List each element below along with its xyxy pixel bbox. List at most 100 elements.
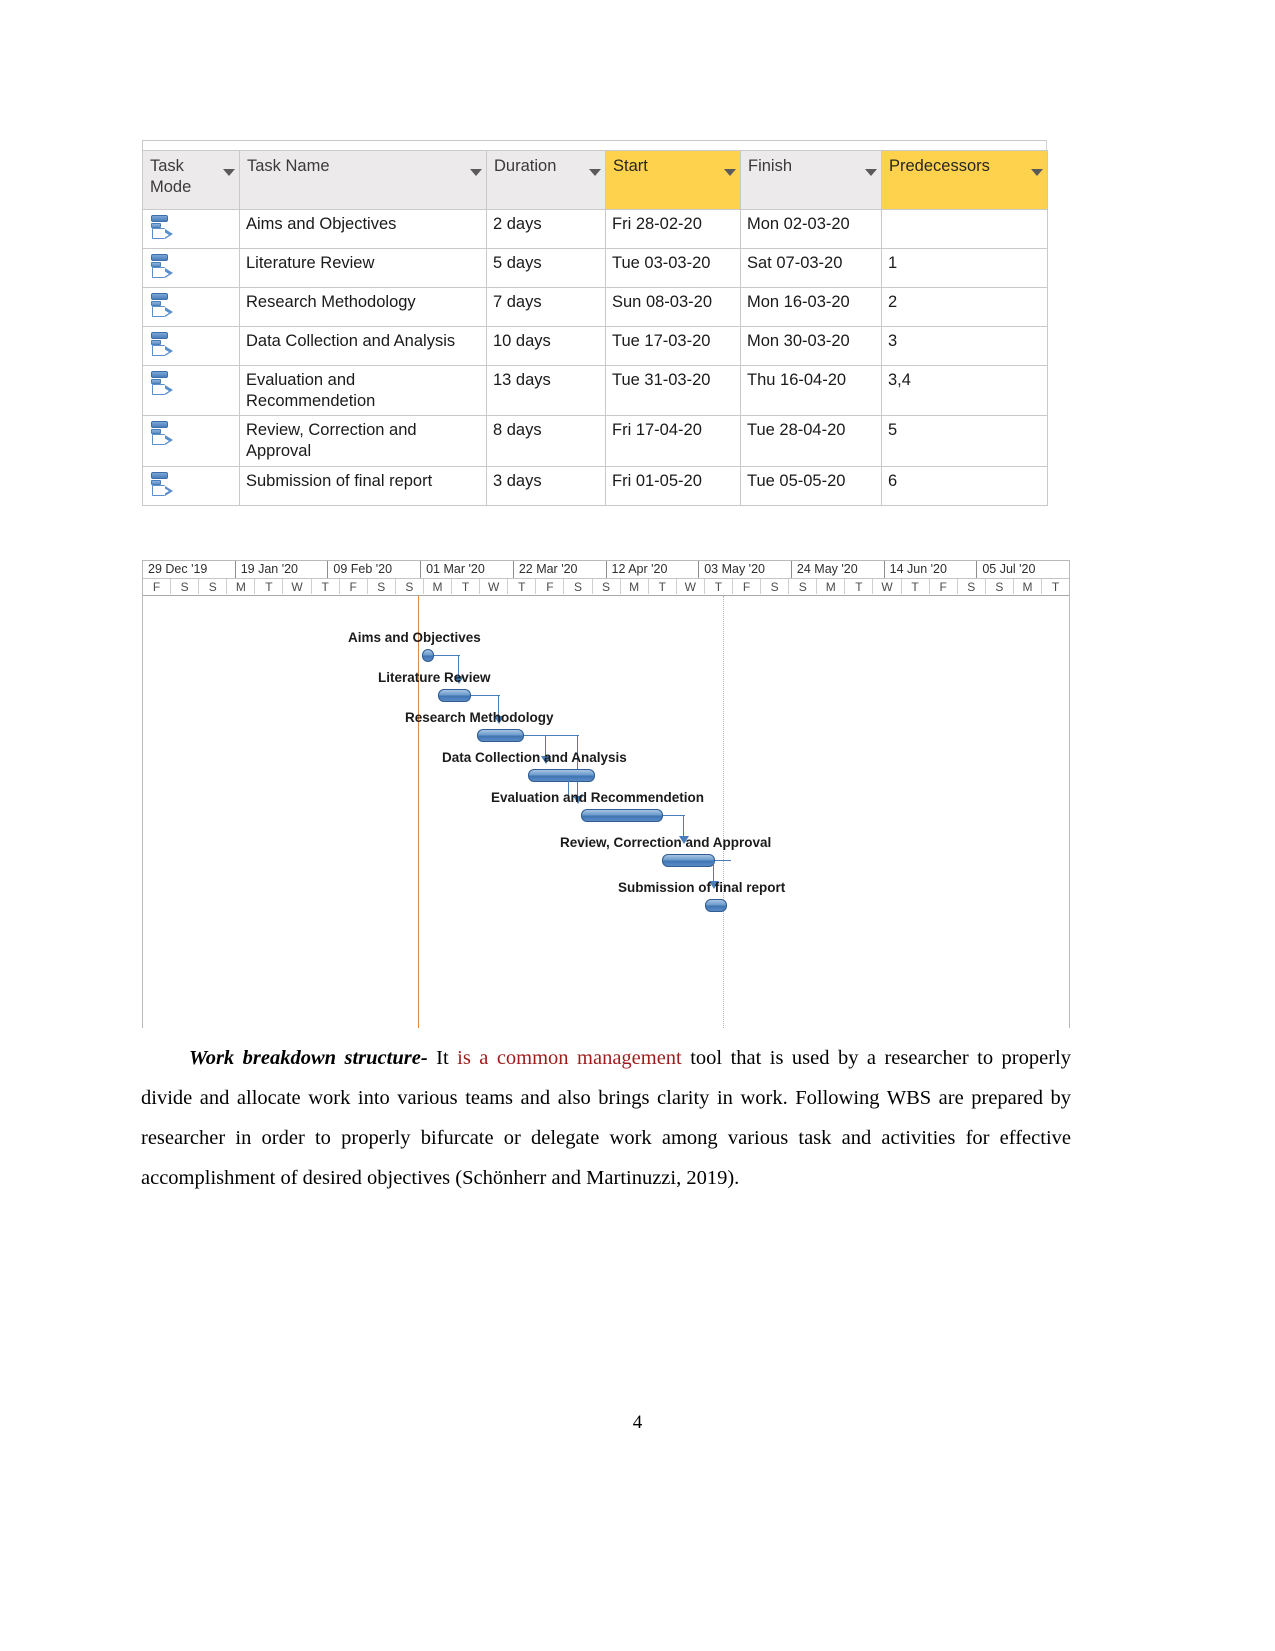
timeline-day-label: S <box>593 579 621 594</box>
timeline-day-label: T <box>255 579 284 594</box>
cell-finish: Sat 07-03-20 <box>740 248 882 288</box>
gantt-link <box>524 735 579 736</box>
timeline-day-label: S <box>958 579 986 594</box>
paragraph-lead-term: Work breakdown structure- <box>189 1047 428 1069</box>
cell-task-name: Submission of final report <box>239 465 487 506</box>
chevron-down-icon[interactable] <box>470 169 482 176</box>
column-header-start[interactable]: Start <box>605 150 741 210</box>
timeline-day-row: F S S M T W T F S S M T W T F S S M T W … <box>143 578 1069 594</box>
timeline-week-label: 22 Mar '20 <box>514 561 607 578</box>
cell-predecessors: 3 <box>881 326 1048 366</box>
gantt-bar[interactable] <box>477 729 524 742</box>
cell-task-name: Research Methodology <box>239 287 487 327</box>
table-row[interactable]: Data Collection and Analysis 10 days Tue… <box>142 326 1048 366</box>
timeline-day-label: S <box>368 579 396 594</box>
chevron-down-icon[interactable] <box>865 169 877 176</box>
chevron-down-icon[interactable] <box>1031 169 1043 176</box>
table-row[interactable]: Literature Review 5 days Tue 03-03-20 Sa… <box>142 248 1048 288</box>
timeline-day-label: F <box>340 579 368 594</box>
cell-finish: Thu 16-04-20 <box>740 364 882 417</box>
gantt-bar[interactable] <box>528 769 595 782</box>
timeline-week-label: 14 Jun '20 <box>885 561 978 578</box>
column-header-label: Predecessors <box>889 157 990 175</box>
gantt-bar-label: Data Collection and Analysis <box>442 750 627 765</box>
gantt-bar[interactable] <box>438 689 471 702</box>
chevron-down-icon[interactable] <box>223 169 235 176</box>
table-row[interactable]: Aims and Objectives 2 days Fri 28-02-20 … <box>142 209 1048 249</box>
timeline-week-label: 05 Jul '20 <box>982 562 1036 576</box>
table-row[interactable]: Submission of final report 3 days Fri 01… <box>142 465 1048 506</box>
timeline-day-label: T <box>312 579 340 594</box>
column-header-task-mode[interactable]: Task Mode <box>142 150 240 210</box>
cell-predecessors <box>881 209 1048 249</box>
cell-task-name: Aims and Objectives <box>239 209 487 249</box>
cell-task-mode[interactable] <box>142 364 240 417</box>
cell-task-mode[interactable] <box>142 287 240 327</box>
timeline-day-label: F <box>733 579 762 594</box>
auto-schedule-icon <box>149 471 175 501</box>
timeline-day-label: T <box>902 579 930 594</box>
timeline-day-label: W <box>677 579 705 594</box>
cell-finish: Tue 28-04-20 <box>740 415 882 467</box>
gantt-plot-area: Aims and Objectives Literature Review Re… <box>143 596 1069 1028</box>
timeline-day-label: M <box>227 579 256 594</box>
task-table: Task Mode Task Name Duration Start Finis… <box>142 150 1048 506</box>
cell-task-mode[interactable] <box>142 326 240 366</box>
cell-predecessors: 1 <box>881 248 1048 288</box>
timeline-day-label: F <box>143 579 172 594</box>
column-header-finish[interactable]: Finish <box>740 150 882 210</box>
column-header-label: Finish <box>748 157 793 175</box>
cell-finish: Mon 30-03-20 <box>740 326 882 366</box>
timeline-day-label: S <box>564 579 593 594</box>
cell-task-mode[interactable] <box>142 465 240 506</box>
gantt-link <box>715 860 731 861</box>
page-number: 4 <box>632 1412 643 1433</box>
timeline-day-label: T <box>452 579 481 594</box>
timeline-day-label: M <box>817 579 846 594</box>
timeline-day-label: T <box>1051 580 1060 594</box>
timeline-week-label: 03 May '20 <box>699 561 792 578</box>
gantt-timeline-header: 29 Dec '19 19 Jan '20 09 Feb '20 01 Mar … <box>143 561 1069 596</box>
gantt-bar[interactable] <box>705 899 727 912</box>
timeline-week-label: 24 May '20 <box>792 561 885 578</box>
table-header-row: Task Mode Task Name Duration Start Finis… <box>142 150 1048 210</box>
gantt-bar[interactable] <box>581 809 663 822</box>
timeline-day-label: S <box>761 579 790 594</box>
chevron-down-icon[interactable] <box>589 169 601 176</box>
auto-schedule-icon <box>149 420 175 450</box>
gantt-bar[interactable] <box>422 649 434 662</box>
gantt-chart: 29 Dec '19 19 Jan '20 09 Feb '20 01 Mar … <box>142 560 1070 1028</box>
cell-start: Tue 17-03-20 <box>605 326 741 366</box>
cell-predecessors: 6 <box>881 465 1048 506</box>
gantt-link <box>577 735 578 798</box>
cell-duration: 13 days <box>486 364 606 417</box>
timeline-day-label: W <box>873 579 902 594</box>
table-row[interactable]: Research Methodology 7 days Sun 08-03-20… <box>142 287 1048 327</box>
column-header-predecessors[interactable]: Predecessors <box>881 150 1048 210</box>
timeline-day-label: F <box>536 579 565 594</box>
cell-task-mode[interactable] <box>142 209 240 249</box>
gantt-bar[interactable] <box>662 854 715 867</box>
timeline-week-label: 29 Dec '19 <box>143 561 236 578</box>
cell-start: Tue 03-03-20 <box>605 248 741 288</box>
cell-task-mode[interactable] <box>142 248 240 288</box>
gantt-link <box>663 815 685 816</box>
auto-schedule-icon <box>149 253 175 283</box>
timeline-day-label: S <box>171 579 200 594</box>
paragraph-after-lead: It <box>427 1047 458 1069</box>
chevron-down-icon[interactable] <box>724 169 736 176</box>
timeline-day-label: W <box>283 579 312 594</box>
column-header-duration[interactable]: Duration <box>486 150 606 210</box>
grid-top-strip <box>142 140 1047 150</box>
gantt-bar-label: Research Methodology <box>405 710 554 725</box>
cell-task-mode[interactable] <box>142 415 240 467</box>
timeline-day-label: T <box>508 579 537 594</box>
timeline-day-label: S <box>199 579 228 594</box>
cell-duration: 2 days <box>486 209 606 249</box>
column-header-task-name[interactable]: Task Name <box>239 150 487 210</box>
table-row[interactable]: Evaluation and Recommendetion 13 days Tu… <box>142 364 1048 417</box>
timeline-week-label: 12 Apr '20 <box>607 561 700 578</box>
cell-start: Sun 08-03-20 <box>605 287 741 327</box>
cell-task-name: Data Collection and Analysis <box>239 326 487 366</box>
table-row[interactable]: Review, Correction and Approval 8 days F… <box>142 415 1048 467</box>
